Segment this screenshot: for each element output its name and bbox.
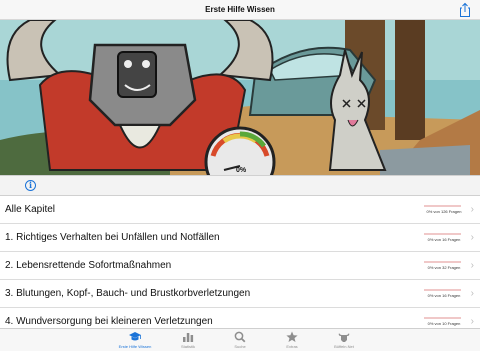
progress-text: 0% von 10 Fragen <box>427 321 461 326</box>
tab-label: Suche <box>234 344 246 349</box>
tab-bueffeln-net[interactable]: Büffeln.Net <box>319 330 369 351</box>
tab-label: Erste Hilfe Wissen <box>118 344 152 349</box>
chevron-right-icon: › <box>470 232 474 243</box>
progress-bar <box>424 205 461 207</box>
hero-illustration: 0% <box>0 20 480 175</box>
progress-bar <box>424 261 461 263</box>
search-icon <box>234 331 246 343</box>
tab-erste-hilfe-wissen[interactable]: Erste Hilfe Wissen <box>110 330 160 351</box>
progress-bar <box>424 289 461 291</box>
tab-label: Büffeln.Net <box>334 344 354 349</box>
tab-label: Extras <box>286 344 298 349</box>
chapter-label: Alle Kapitel <box>5 204 56 215</box>
chapter-label: 2. Lebensrettende Sofortmaßnahmen <box>5 260 172 271</box>
list-item[interactable]: 4. Wundversorgung bei kleineren Verletzu… <box>0 308 480 328</box>
progress-text: 0% von 16 Fragen <box>427 293 461 298</box>
list-item[interactable]: 2. Lebensrettende Sofortmaßnahmen 0% von… <box>0 252 480 280</box>
list-item[interactable]: Alle Kapitel 0% von 126 Fragen › <box>0 196 480 224</box>
graduation-cap-icon <box>129 332 141 341</box>
chapter-label: 1. Richtiges Verhalten bei Unfällen und … <box>5 232 220 243</box>
tab-extras[interactable]: Extras <box>267 330 317 351</box>
progress-text: 0% von 126 Fragen <box>426 209 462 214</box>
chevron-right-icon: › <box>470 260 474 271</box>
list-item[interactable]: 1. Richtiges Verhalten bei Unfällen und … <box>0 224 480 252</box>
chapter-list: Alle Kapitel 0% von 126 Fragen › 1. Rich… <box>0 196 480 328</box>
progress-text: 0% von 16 Fragen <box>427 237 461 242</box>
tab-bar: Erste Hilfe Wissen Statistik Suche Extra… <box>0 328 480 351</box>
chevron-right-icon: › <box>470 204 474 215</box>
navigation-bar: Erste Hilfe Wissen <box>0 0 480 20</box>
list-item[interactable]: 3. Blutungen, Kopf-, Bauch- und Brustkor… <box>0 280 480 308</box>
star-icon <box>286 331 298 342</box>
tab-label: Statistik <box>180 344 195 349</box>
tab-statistik[interactable]: Statistik <box>163 330 213 351</box>
page-title: Erste Hilfe Wissen <box>205 5 275 14</box>
tab-suche[interactable]: Suche <box>215 330 265 351</box>
progress-bar <box>424 233 461 235</box>
progress-text: 0% von 32 Fragen <box>427 265 461 270</box>
progress-gauge-value: 0% <box>235 167 247 174</box>
chapter-label: 3. Blutungen, Kopf-, Bauch- und Brustkor… <box>5 288 251 299</box>
chapter-label: 4. Wundversorgung bei kleineren Verletzu… <box>5 316 213 327</box>
buffalo-icon <box>338 333 350 342</box>
progress-bar <box>424 317 461 319</box>
share-icon[interactable] <box>458 2 472 18</box>
bar-chart-icon <box>183 333 194 342</box>
chevron-right-icon: › <box>470 288 474 299</box>
info-icon[interactable]: i <box>25 180 36 191</box>
info-bar: i <box>0 175 480 196</box>
chevron-right-icon: › <box>470 316 474 327</box>
